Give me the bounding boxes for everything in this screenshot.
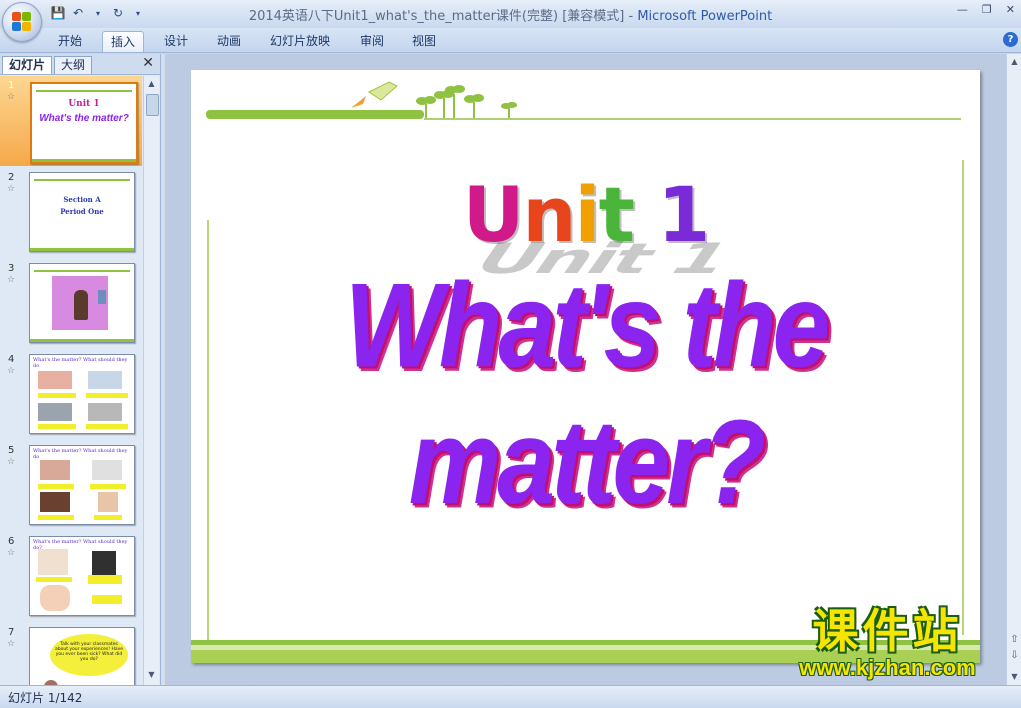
slide-title-letter: 1	[657, 170, 710, 259]
slide-subtitle: What's the matter?	[344, 259, 831, 530]
thumbnail-image: Unit 1 What's the matter?	[30, 82, 138, 164]
pane-tabs: 幻灯片 大纲 ✕	[0, 54, 160, 75]
slide-title-letter: n	[522, 170, 576, 259]
window-title-document: 2014英语八下Unit1_what's_the_matter课件(完整) [兼…	[248, 9, 625, 24]
thumb-text: What's the matter?	[39, 113, 129, 124]
slide-number: 1	[8, 80, 15, 91]
thumbnail-image: Section A Period One	[29, 172, 135, 252]
thumbnail-image: What's the matter? What should they do	[29, 445, 135, 525]
scroll-down-icon[interactable]: ▼	[1009, 672, 1020, 681]
slide-thumbnail-3[interactable]: 3 ☆	[0, 259, 142, 349]
slide-thumbnail-5[interactable]: 5 ☆ What's the matter? What should they …	[0, 441, 142, 531]
slide-number: 4	[8, 354, 15, 365]
ribbon-tabs: 开始 插入 设计 动画 幻灯片放映 审阅 视图 ?	[0, 28, 1021, 53]
office-button[interactable]	[2, 2, 42, 42]
tab-slideshow[interactable]: 幻灯片放映	[262, 31, 338, 51]
animation-star-icon: ☆	[7, 275, 16, 285]
thumb-text: Period One	[60, 207, 104, 216]
slide-title-letter: i	[574, 170, 601, 259]
thumb-text: Unit 1	[68, 99, 100, 109]
slides-pane: 幻灯片 大纲 ✕ 1 ☆ Unit 1 What's the matter? 2…	[0, 54, 161, 685]
animation-star-icon: ☆	[7, 457, 16, 467]
editor-margin	[161, 54, 165, 685]
minimize-icon[interactable]: —	[957, 3, 968, 16]
tab-animations[interactable]: 动画	[209, 31, 249, 51]
scroll-up-icon[interactable]: ▲	[1009, 57, 1020, 66]
window-title: 2014英语八下Unit1_what's_the_matter课件(完整) [兼…	[0, 5, 1021, 24]
animation-star-icon: ☆	[7, 639, 16, 649]
scroll-up-icon[interactable]: ▲	[146, 79, 157, 91]
tab-home[interactable]: 开始	[50, 31, 90, 51]
status-bar: 幻灯片 1/142	[0, 685, 1021, 708]
current-slide[interactable]: Unit 1 Unit 1 What's the matter?	[191, 70, 980, 663]
window-title-separator: -	[624, 9, 638, 24]
office-logo-icon	[12, 12, 32, 32]
tab-outline[interactable]: 大纲	[54, 56, 93, 74]
thumbnail-image: What's the matter? What should they do	[29, 354, 135, 434]
slide-title: Unit 1 Unit 1	[191, 170, 980, 283]
thumbnail-image: Talk with your classmates about your exp…	[29, 627, 135, 685]
slide-thumbnail-2[interactable]: 2 ☆ Section A Period One	[0, 168, 142, 258]
tab-review[interactable]: 审阅	[352, 31, 392, 51]
slide-title-letter: t	[598, 170, 635, 259]
thumb-text: What's the matter? What should they do	[33, 357, 128, 369]
thumb-figure	[74, 290, 88, 320]
slide-number: 5	[8, 445, 15, 456]
window-controls: — ❐ ✕	[957, 3, 1015, 16]
site-watermark: 课件站 www.kjzhan.com	[770, 606, 1005, 686]
help-icon[interactable]: ?	[1003, 32, 1018, 47]
thumb-text: Section A	[63, 195, 101, 204]
slide-thumbnail-6[interactable]: 6 ☆ What's the matter? What should they …	[0, 532, 142, 622]
window-title-app: Microsoft PowerPoint	[637, 9, 773, 24]
animation-star-icon: ☆	[7, 184, 16, 194]
slide-number: 2	[8, 172, 15, 183]
thumbnail-image: What's the matter? What should they do?	[29, 536, 135, 616]
slide-counter: 幻灯片 1/142	[8, 691, 83, 705]
slides-pane-scrollbar[interactable]: ▲ ▼	[143, 76, 159, 685]
tab-view[interactable]: 视图	[404, 31, 444, 51]
slide-thumbnail-1[interactable]: 1 ☆ Unit 1 What's the matter?	[0, 76, 142, 166]
slide-number: 6	[8, 536, 15, 547]
thumb-text: What's the matter? What should they do	[33, 448, 128, 460]
thumb-text: Talk with your classmates about your exp…	[54, 642, 124, 662]
tab-slides[interactable]: 幻灯片	[2, 56, 53, 74]
restore-icon[interactable]: ❐	[982, 3, 992, 16]
previous-slide-icon[interactable]: ⇧	[1009, 634, 1020, 645]
slide-thumbnails: 1 ☆ Unit 1 What's the matter? 2 ☆ Sectio…	[0, 76, 142, 685]
close-icon[interactable]: ✕	[1006, 3, 1015, 16]
editor-scrollbar[interactable]: ▲ ⇧ ⇩ ▼	[1006, 54, 1021, 685]
scroll-down-icon[interactable]: ▼	[146, 670, 157, 682]
slide-title-letter: U	[462, 170, 525, 259]
slide-number: 7	[8, 627, 15, 638]
animation-star-icon: ☆	[7, 366, 16, 376]
tab-design[interactable]: 设计	[156, 31, 196, 51]
slide-thumbnail-7[interactable]: 7 ☆ Talk with your classmates about your…	[0, 623, 142, 685]
tab-insert[interactable]: 插入	[102, 31, 145, 52]
animation-star-icon: ☆	[7, 548, 16, 558]
thumbnail-image	[29, 263, 135, 343]
slide-thumbnail-4[interactable]: 4 ☆ What's the matter? What should they …	[0, 350, 142, 440]
watermark-chinese: 课件站	[812, 604, 963, 658]
watermark-url: www.kjzhan.com	[799, 655, 976, 680]
slide-title-letter	[633, 170, 657, 259]
title-bar: 💾 ↶ ▾ ↻ ▾ 2014英语八下Unit1_what's_the_matte…	[0, 0, 1021, 28]
close-pane-icon[interactable]: ✕	[142, 55, 154, 71]
next-slide-icon[interactable]: ⇩	[1009, 650, 1020, 661]
scrollbar-thumb[interactable]	[146, 94, 159, 116]
slide-title-letters: Unit 1	[462, 170, 711, 259]
slide-number: 3	[8, 263, 15, 274]
animation-star-icon: ☆	[7, 92, 16, 102]
